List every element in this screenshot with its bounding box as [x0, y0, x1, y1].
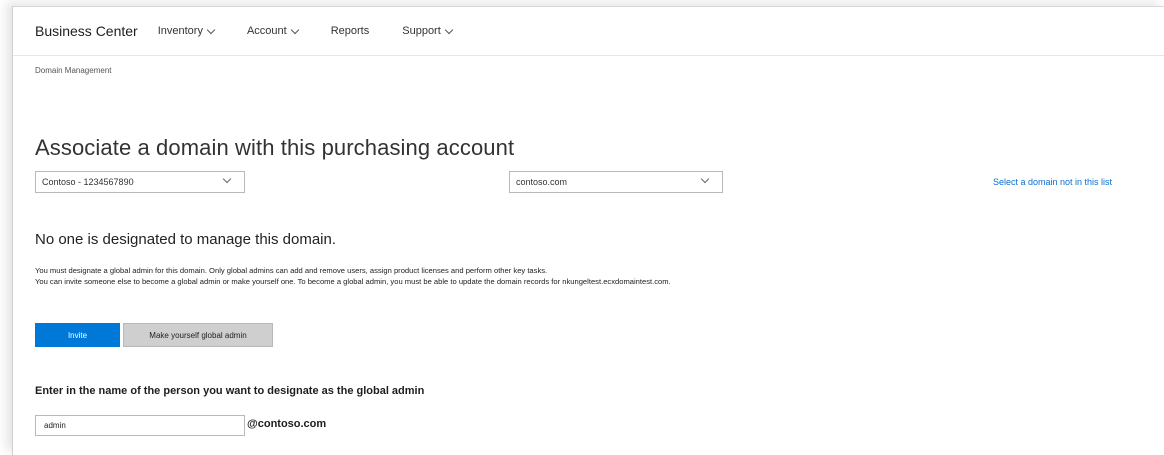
domain-select[interactable]: contoso.com — [509, 171, 723, 193]
nav-item-reports[interactable]: Reports — [331, 25, 370, 37]
brand-title[interactable]: Business Center — [35, 23, 138, 39]
instructions-line-1: You must designate a global admin for th… — [35, 266, 548, 275]
nav-item-support[interactable]: Support — [402, 25, 454, 37]
account-select[interactable]: Contoso - 1234567890 — [35, 171, 245, 193]
designate-admin-label: Enter in the name of the person you want… — [35, 385, 425, 397]
chevron-down-icon — [444, 25, 454, 34]
account-select-value: Contoso - 1234567890 — [42, 177, 134, 187]
instructions-paragraph: You must designate a global admin for th… — [35, 265, 1135, 287]
invite-button[interactable]: Invite — [35, 323, 120, 347]
page-title: Associate a domain with this purchasing … — [35, 135, 515, 160]
select-other-domain-link[interactable]: Select a domain not in this list — [993, 177, 1112, 187]
domain-suffix: @contoso.com — [247, 418, 327, 430]
top-navigation-bar: Business Center Inventory Account Report… — [13, 7, 1164, 56]
chevron-down-icon — [222, 174, 232, 184]
nav-item-label: Account — [246, 25, 287, 37]
nav-item-label: Inventory — [157, 25, 203, 37]
status-heading: No one is designated to manage this doma… — [35, 231, 337, 248]
app-window: Business Center Inventory Account Report… — [12, 6, 1164, 455]
chevron-down-icon — [700, 174, 710, 184]
chevron-down-icon — [206, 25, 216, 34]
nav-item-account[interactable]: Account — [246, 25, 299, 37]
nav-item-label: Support — [402, 25, 441, 37]
nav-item-inventory[interactable]: Inventory — [157, 25, 216, 37]
nav-item-label: Reports — [330, 25, 370, 37]
chevron-down-icon — [290, 25, 299, 34]
domain-select-value: contoso.com — [516, 177, 568, 187]
admin-username-input[interactable] — [35, 415, 245, 436]
breadcrumb: Domain Management — [35, 66, 112, 75]
instructions-line-2: You can invite someone else to become a … — [35, 277, 671, 286]
make-yourself-global-admin-button[interactable]: Make yourself global admin — [123, 323, 273, 347]
